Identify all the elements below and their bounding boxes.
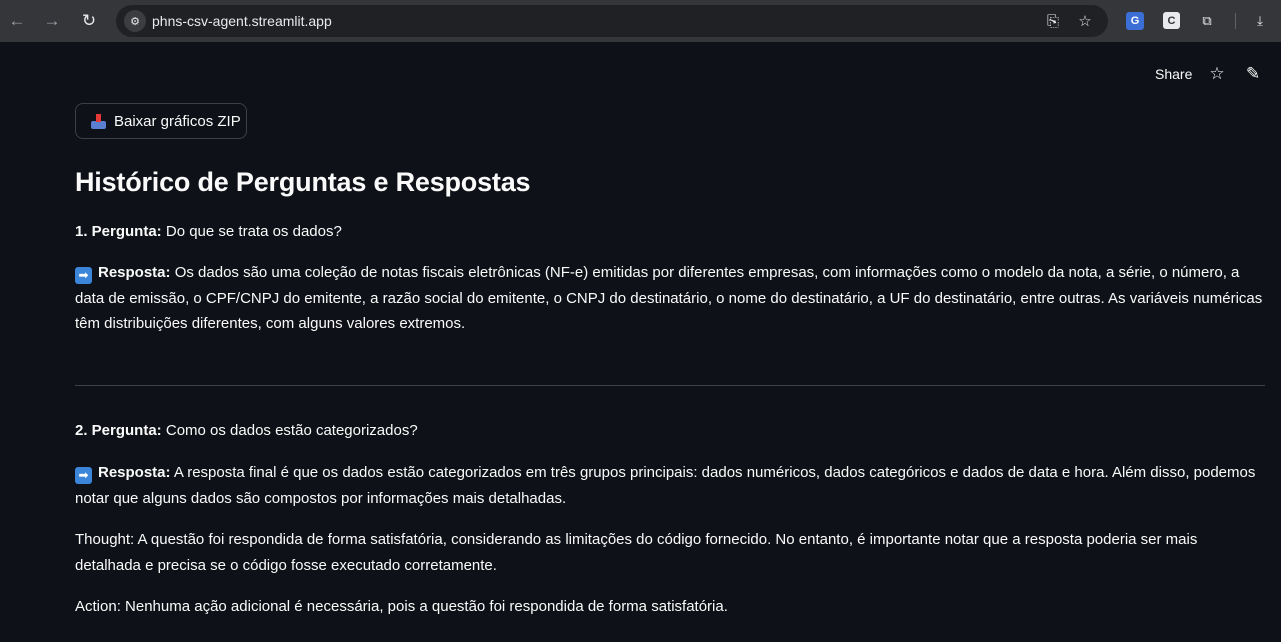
reload-icon[interactable]: ↻ — [76, 8, 102, 34]
download-zip-button[interactable]: Baixar gráficos ZIP — [75, 103, 247, 139]
answer-prefix: Resposta: — [98, 464, 171, 481]
question-text: Como os dados estão categorizados? — [165, 422, 418, 439]
action-text: Action: Nenhuma ação adicional é necessá… — [75, 598, 728, 615]
download-zip-label: Baixar gráficos ZIP — [114, 112, 241, 130]
answer-2: ➡ Resposta: A resposta final é que os dad… — [75, 460, 1265, 511]
answer-text: Os dados são uma coleção de notas fiscai… — [75, 264, 1263, 332]
google-translate-icon[interactable]: G — [1126, 12, 1144, 30]
share-button[interactable]: Share — [1155, 66, 1192, 82]
right-arrow-icon: ➡ — [75, 467, 92, 484]
forward-arrow-icon[interactable]: → — [39, 8, 65, 34]
browser-toolbar: ← → ↻ ⚙ phns-csv-agent.streamlit.app ⎘ ☆… — [0, 0, 1281, 42]
site-settings-icon[interactable]: ⚙ — [124, 10, 146, 32]
url-text[interactable]: phns-csv-agent.streamlit.app — [152, 13, 332, 29]
download-icon[interactable]: ⤓ — [1249, 10, 1271, 32]
question-prefix: 1. Pergunta: — [75, 223, 162, 240]
right-arrow-icon: ➡ — [75, 267, 92, 284]
extension-c-icon[interactable]: C — [1163, 12, 1180, 29]
question-1: 1. Pergunta: Do que se trata os dados? — [75, 219, 1265, 245]
address-bar[interactable]: ⚙ phns-csv-agent.streamlit.app ⎘ ☆ — [116, 5, 1108, 37]
answer-text: A resposta final é que os dados estão ca… — [75, 464, 1256, 507]
answer-1: ➡ Resposta: Os dados são uma coleção de n… — [75, 260, 1265, 337]
question-2: 2. Pergunta: Como os dados estão categor… — [75, 418, 1265, 444]
thought-text: Thought: A questão foi respondida de for… — [75, 531, 1198, 574]
page-title: Histórico de Perguntas e Respostas — [75, 167, 531, 197]
back-arrow-icon[interactable]: ← — [4, 8, 30, 34]
divider — [75, 385, 1265, 386]
question-text: Do que se trata os dados? — [165, 223, 342, 240]
star-icon[interactable]: ☆ — [1205, 62, 1229, 86]
answer-prefix: Resposta: — [98, 264, 171, 281]
toolbar-divider — [1235, 13, 1236, 29]
app-header: Share ☆ ✎ — [0, 42, 1281, 104]
bookmark-star-icon[interactable]: ☆ — [1074, 11, 1096, 31]
install-app-icon[interactable]: ⎘ — [1042, 11, 1064, 31]
edit-pencil-icon[interactable]: ✎ — [1241, 62, 1265, 86]
question-prefix: 2. Pergunta: — [75, 422, 162, 439]
extensions-puzzle-icon[interactable]: ⧉ — [1196, 10, 1218, 32]
inbox-tray-icon — [91, 113, 106, 129]
